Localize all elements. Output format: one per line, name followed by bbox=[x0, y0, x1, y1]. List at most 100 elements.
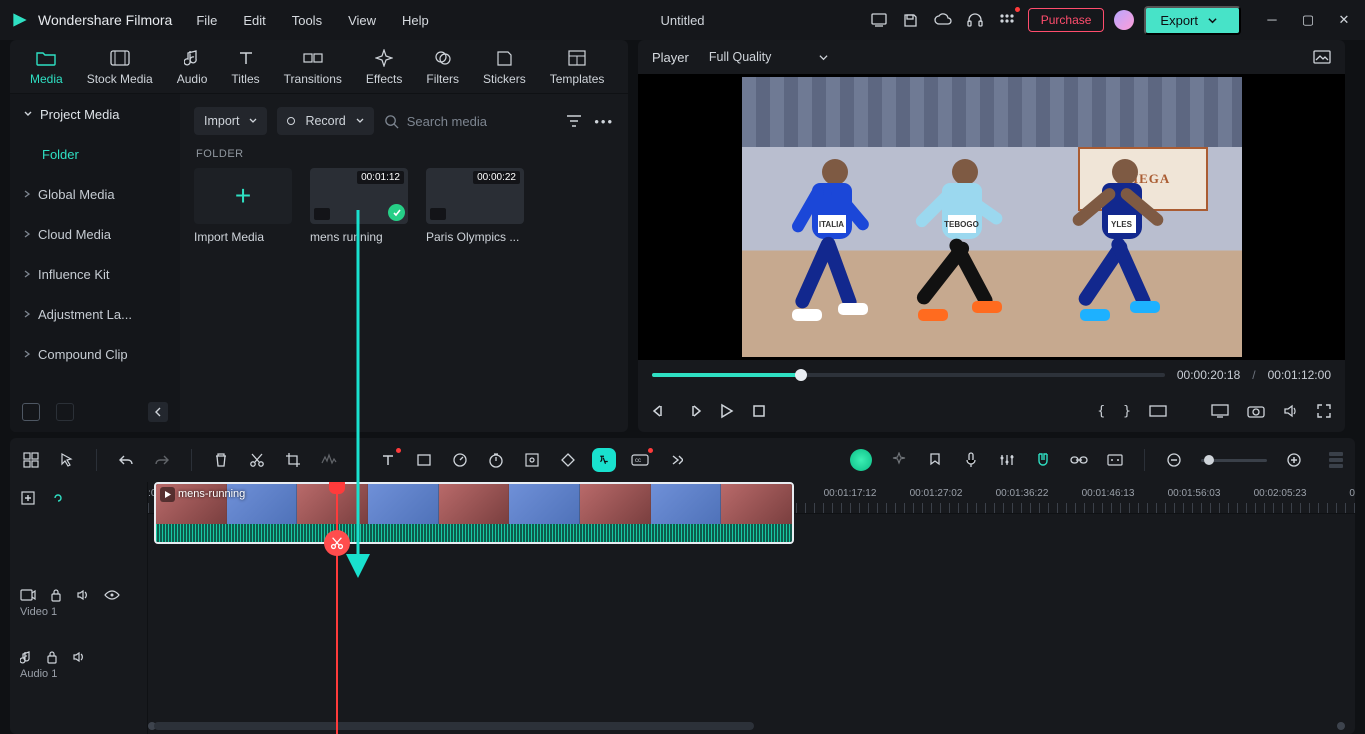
lock-icon[interactable] bbox=[50, 588, 62, 602]
progress-knob[interactable] bbox=[795, 369, 807, 381]
split-playhead-icon[interactable] bbox=[324, 530, 350, 556]
volume-icon[interactable] bbox=[1283, 404, 1299, 418]
color-match-icon[interactable] bbox=[523, 451, 541, 469]
sidebar-item-influence-kit[interactable]: Influence Kit bbox=[10, 254, 180, 294]
tab-transitions[interactable]: Transitions bbox=[284, 47, 342, 86]
window-close-icon[interactable]: ✕ bbox=[1337, 12, 1351, 28]
sidebar-item-adjustment-layer[interactable]: Adjustment La... bbox=[10, 294, 180, 334]
import-dropdown[interactable]: Import bbox=[194, 107, 267, 135]
visibility-icon[interactable] bbox=[104, 590, 120, 600]
undo-icon[interactable] bbox=[117, 451, 135, 469]
scrollbar-thumb[interactable] bbox=[154, 722, 754, 730]
tab-stock-media[interactable]: Stock Media bbox=[87, 47, 153, 86]
more-icon[interactable]: ••• bbox=[594, 114, 614, 129]
timeline-scrollbar[interactable] bbox=[148, 722, 1345, 730]
save-icon[interactable] bbox=[900, 9, 922, 31]
stop-icon[interactable] bbox=[752, 404, 766, 418]
text-tool-icon[interactable] bbox=[379, 451, 397, 469]
mark-out-icon[interactable]: } bbox=[1123, 404, 1131, 419]
collapse-sidebar-icon[interactable] bbox=[148, 402, 168, 422]
display-icon[interactable] bbox=[1211, 404, 1229, 418]
ratio-icon[interactable] bbox=[1149, 405, 1167, 417]
mute-icon[interactable] bbox=[72, 651, 86, 663]
zoom-slider[interactable] bbox=[1201, 459, 1267, 462]
menu-view[interactable]: View bbox=[348, 13, 376, 28]
tab-filters[interactable]: Filters bbox=[426, 47, 459, 86]
player-progress-bar[interactable] bbox=[652, 373, 1165, 377]
ai-sparkle-icon[interactable] bbox=[890, 451, 908, 469]
snapshot-icon[interactable] bbox=[1313, 50, 1331, 64]
redo-icon[interactable] bbox=[153, 451, 171, 469]
mark-in-icon[interactable]: { bbox=[1097, 404, 1105, 419]
beat-icon[interactable] bbox=[320, 451, 338, 469]
fullscreen-icon[interactable] bbox=[1317, 404, 1331, 418]
window-minimize-icon[interactable]: ─ bbox=[1265, 12, 1279, 28]
playhead-handle-icon[interactable] bbox=[329, 482, 345, 494]
voiceover-icon[interactable] bbox=[962, 451, 980, 469]
play-icon[interactable] bbox=[720, 403, 734, 419]
purchase-button[interactable]: Purchase bbox=[1028, 8, 1105, 32]
import-media-tile[interactable]: + Import Media bbox=[194, 168, 292, 244]
media-clip-paris-olympics[interactable]: 00:00:22 Paris Olympics ... bbox=[426, 168, 524, 244]
menu-file[interactable]: File bbox=[196, 13, 217, 28]
tab-titles[interactable]: Titles bbox=[231, 47, 259, 86]
player-tab[interactable]: Player bbox=[652, 50, 689, 65]
crop-icon[interactable] bbox=[284, 451, 302, 469]
apps-icon[interactable] bbox=[996, 9, 1018, 31]
sidebar-item-project-media[interactable]: Project Media bbox=[10, 94, 180, 134]
cloud-icon[interactable] bbox=[932, 9, 954, 31]
sidebar-item-cloud-media[interactable]: Cloud Media bbox=[10, 214, 180, 254]
player-viewport[interactable]: OMEGA ITALIA TEBOGO YLES bbox=[638, 74, 1345, 360]
video-clip[interactable]: mens-running bbox=[154, 482, 794, 544]
zoom-in-icon[interactable] bbox=[1285, 451, 1303, 469]
magnet-icon[interactable] bbox=[1034, 451, 1052, 469]
pointer-icon[interactable] bbox=[58, 451, 76, 469]
camera-icon[interactable] bbox=[1247, 404, 1265, 418]
menu-tools[interactable]: Tools bbox=[292, 13, 322, 28]
search-input[interactable]: Search media bbox=[384, 114, 557, 129]
tab-audio[interactable]: Audio bbox=[177, 47, 208, 86]
lock-icon[interactable] bbox=[46, 650, 58, 664]
tab-templates[interactable]: Templates bbox=[550, 47, 605, 86]
zoom-out-icon[interactable] bbox=[1165, 451, 1183, 469]
link-icon[interactable] bbox=[1070, 451, 1088, 469]
sidebar-item-global-media[interactable]: Global Media bbox=[10, 174, 180, 214]
mute-icon[interactable] bbox=[76, 589, 90, 601]
split-icon[interactable] bbox=[248, 451, 266, 469]
render-icon[interactable] bbox=[1106, 451, 1124, 469]
playhead[interactable] bbox=[336, 482, 338, 734]
caption-icon[interactable]: cc bbox=[631, 451, 649, 469]
tab-media[interactable]: Media bbox=[30, 47, 63, 86]
tab-effects[interactable]: Effects bbox=[366, 47, 402, 86]
link-toggle-icon[interactable] bbox=[50, 490, 66, 506]
next-frame-icon[interactable] bbox=[686, 404, 702, 418]
duration-icon[interactable] bbox=[487, 451, 505, 469]
sidebar-item-compound-clip[interactable]: Compound Clip bbox=[10, 334, 180, 374]
audio-track-header[interactable]: Audio 1 bbox=[10, 634, 147, 696]
headphones-icon[interactable] bbox=[964, 9, 986, 31]
menu-help[interactable]: Help bbox=[402, 13, 429, 28]
delete-icon[interactable] bbox=[212, 451, 230, 469]
timeline-canvas[interactable]: :00:0000:00:09:2000:00:19:1000:00:29:000… bbox=[148, 482, 1355, 734]
video-track-header[interactable]: Video 1 bbox=[10, 572, 147, 634]
media-clip-mens-running[interactable]: 00:01:12 mens running bbox=[310, 168, 408, 244]
sidebar-item-folder[interactable]: Folder bbox=[10, 134, 180, 174]
record-dropdown[interactable]: Record bbox=[277, 107, 373, 135]
menu-edit[interactable]: Edit bbox=[243, 13, 265, 28]
add-track-icon[interactable] bbox=[20, 490, 36, 506]
window-maximize-icon[interactable]: ▢ bbox=[1301, 12, 1315, 28]
zoom-knob[interactable] bbox=[1204, 455, 1214, 465]
new-bin-icon[interactable] bbox=[22, 403, 40, 421]
ai-button-icon[interactable] bbox=[850, 449, 872, 471]
quality-dropdown[interactable]: Full Quality bbox=[709, 50, 829, 64]
tab-stickers[interactable]: Stickers bbox=[483, 47, 526, 86]
export-button[interactable]: Export bbox=[1144, 6, 1241, 35]
marker-icon[interactable] bbox=[926, 451, 944, 469]
speed-icon[interactable] bbox=[451, 451, 469, 469]
account-avatar-icon[interactable] bbox=[1114, 10, 1134, 30]
keyframe-icon[interactable] bbox=[559, 451, 577, 469]
filter-icon[interactable] bbox=[566, 114, 582, 128]
new-bin-alt-icon[interactable] bbox=[56, 403, 74, 421]
mixer-icon[interactable] bbox=[998, 451, 1016, 469]
more-tools-icon[interactable] bbox=[667, 451, 685, 469]
